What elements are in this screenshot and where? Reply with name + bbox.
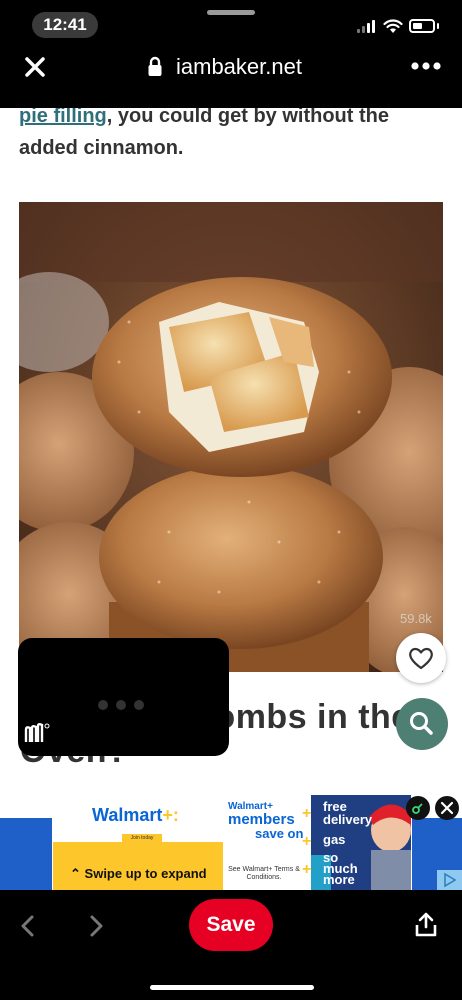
home-indicator [150, 985, 314, 990]
save-on-line: save on [255, 826, 304, 841]
top-grabber [207, 10, 255, 15]
swipe-up-label[interactable]: ⌃ Swipe up to expand [70, 866, 207, 882]
pie-filling-link[interactable]: pie filling [19, 105, 107, 127]
forward-icon[interactable] [86, 914, 106, 938]
members-line: members [228, 811, 295, 828]
search-icon [410, 712, 433, 735]
view-count: 59.8k [400, 611, 432, 626]
heart-icon [409, 647, 433, 670]
ad-info-button[interactable] [406, 796, 430, 820]
lock-icon [148, 56, 162, 76]
loading-dot [98, 700, 108, 710]
video-brand-icon [24, 723, 50, 742]
close-icon[interactable] [24, 56, 46, 78]
feature-gas: gas [323, 832, 346, 847]
loading-dot [134, 700, 144, 710]
domain-label-front[interactable]: iambaker.net [176, 55, 302, 79]
article-paragraph: pie filling, you could get by without th… [19, 100, 439, 164]
join-today-tag[interactable]: Join today [122, 834, 162, 842]
feature-more: so much more [323, 850, 358, 887]
feature-free-delivery: free delivery [323, 799, 373, 827]
share-icon[interactable] [414, 912, 438, 938]
status-time: 12:41 [32, 12, 98, 38]
save-heart-button[interactable] [396, 633, 446, 683]
save-button[interactable]: Save [189, 899, 273, 951]
visual-search-button[interactable] [396, 698, 448, 750]
swipe-text: Swipe up to expand [84, 866, 207, 881]
ad-terms[interactable]: See Walmart+ Terms & Conditions. [228, 866, 300, 882]
apple-pie-bomb-photo[interactable] [19, 202, 443, 672]
plus-marks: + + + [302, 805, 312, 878]
ad-choices-area [437, 870, 462, 890]
loading-dot [116, 700, 126, 710]
battery-icon [409, 19, 435, 33]
battery-level [413, 23, 422, 29]
walmart-logo[interactable]: Walmart+: [92, 805, 179, 826]
video-player[interactable] [18, 638, 229, 756]
chevron-up-icon: ⌃ [70, 866, 81, 881]
ad-link-icon [412, 803, 423, 814]
signal-icon [357, 19, 377, 33]
more-options-icon[interactable] [410, 60, 442, 72]
back-icon[interactable] [18, 914, 38, 938]
wifi-icon [383, 19, 403, 33]
ad-close-button[interactable] [435, 796, 459, 820]
close-icon [440, 801, 454, 815]
adchoices-icon[interactable] [437, 870, 462, 890]
battery-cap [437, 23, 439, 29]
